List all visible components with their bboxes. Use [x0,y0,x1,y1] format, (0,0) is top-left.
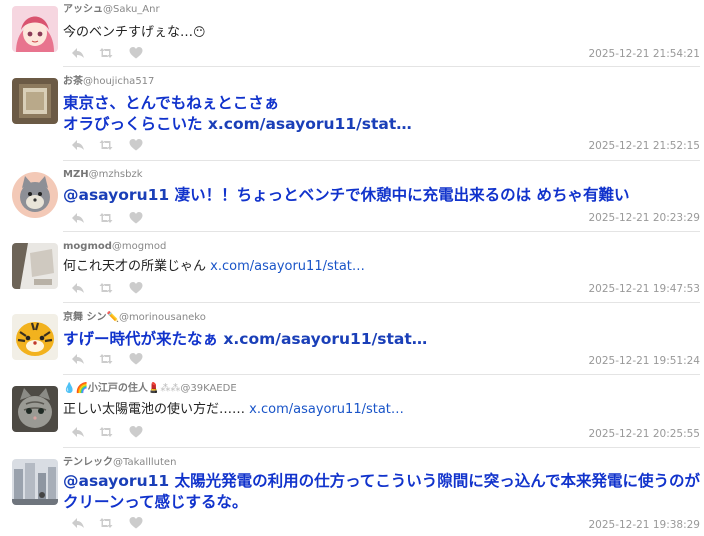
timeline-feed: アッシュ@Saku_Anr 今のベンチすげぇな…😶 2025-12-21 21:… [0,0,704,536]
author-line: mogmod@mogmod [63,241,166,253]
post-text: @asayoru11 凄い！！ちょっとベンチで休憩中に充電出来るのは めちゃ有難… [63,185,693,206]
post-item[interactable]: お茶@houjicha517 東京さ、とんでもねぇとこさぁ オラびっくらこいた … [0,70,704,161]
post-text: 正しい太陽電池の使い方だ…… x.com/asayoru11/stat… [63,400,693,420]
handle[interactable]: @mzhsbzk [89,169,143,180]
author-line: アッシュ@Saku_Anr [63,4,160,16]
timestamp[interactable]: 2025-12-21 20:23:29 [588,212,700,224]
author-line: 💧🌈小江戸の住人💄⁂⁂@39KAEDE [63,383,237,395]
like-icon[interactable] [129,516,143,530]
author-line: MZH@mzhsbzk [63,169,143,181]
timestamp[interactable]: 2025-12-21 19:38:29 [588,519,700,531]
retweet-icon[interactable] [99,425,113,439]
mention-link[interactable]: @asayoru11 [63,186,169,204]
divider [63,447,700,448]
reply-icon[interactable] [71,138,85,152]
post-text: すげー時代が来たなぁ x.com/asayoru11/stat… [63,329,693,350]
retweet-icon[interactable] [99,211,113,225]
post-item[interactable]: 💧🌈小江戸の住人💄⁂⁂@39KAEDE 正しい太陽電池の使い方だ…… x.com… [0,378,704,448]
framed-photo-avatar[interactable] [12,78,58,124]
divider [63,160,700,161]
reply-icon[interactable] [71,211,85,225]
city-photo-avatar[interactable] [12,459,58,505]
post-text-body: 今のベンチすげぇな… [63,25,194,40]
timestamp[interactable]: 2025-12-21 20:25:55 [588,428,700,440]
display-name[interactable]: テンレック [63,457,113,468]
like-icon[interactable] [129,352,143,366]
photo-avatar[interactable] [12,243,58,289]
status-link[interactable]: x.com/asayoru11/stat… [249,402,404,417]
retweet-icon[interactable] [99,352,113,366]
display-name[interactable]: 京舞 シン [63,312,106,323]
post-text-body: 何これ天才の所業じゃん [63,259,211,274]
cartoon-cat-avatar[interactable] [12,172,58,218]
status-link[interactable]: x.com/asayoru11/stat… [210,259,365,274]
post-text-body: 太陽光発電の利用の仕方ってこういう隙間に突っ込んで本来発電に使うのが [169,472,701,490]
reply-icon[interactable] [71,281,85,295]
post-text-line: クリーンって感じするな。 [63,493,248,511]
timestamp[interactable]: 2025-12-21 21:52:15 [588,140,700,152]
handle[interactable]: @39KAEDE [180,383,236,394]
post-item[interactable]: MZH@mzhsbzk @asayoru11 凄い！！ちょっとベンチで休憩中に充… [0,164,704,232]
display-name[interactable]: MZH [63,169,89,180]
timestamp[interactable]: 2025-12-21 19:51:24 [588,355,700,367]
handle[interactable]: @morinousaneko [119,312,206,323]
reply-icon[interactable] [71,425,85,439]
decorative-emoji: 💄⁂⁂ [147,383,181,394]
retweet-icon[interactable] [99,281,113,295]
reply-icon[interactable] [71,516,85,530]
post-item[interactable]: テンレック@Takallluten @asayoru11 太陽光発電の利用の仕方… [0,451,704,536]
author-line: お茶@houjicha517 [63,76,154,88]
like-icon[interactable] [129,281,143,295]
display-name[interactable]: お茶 [63,76,83,87]
post-text-line: オラびっくらこいた x.com/asayoru11/stat… [63,114,693,135]
display-name[interactable]: アッシュ [63,4,103,15]
divider [63,374,700,375]
reply-icon[interactable] [71,352,85,366]
display-name[interactable]: 💧🌈小江戸の住人 [63,383,148,394]
mention-link[interactable]: @asayoru11 [63,472,169,490]
display-name[interactable]: mogmod [63,241,112,252]
timestamp[interactable]: 2025-12-21 21:54:21 [588,48,700,60]
like-icon[interactable] [129,425,143,439]
post-text-body: オラびっくらこいた [63,115,203,133]
divider [63,302,700,303]
status-link[interactable]: x.com/asayoru11/stat… [223,330,427,348]
emoji: 😶 [193,25,206,39]
post-item[interactable]: 京舞 シン✏️@morinousaneko すげー時代が来たなぁ x.com/a… [0,306,704,375]
handle[interactable]: @Saku_Anr [103,4,160,15]
author-line: 京舞 シン✏️@morinousaneko [63,312,206,324]
like-icon[interactable] [129,211,143,225]
post-text-body: 凄い！！ちょっとベンチで休憩中に充電出来るのは めちゃ有難い [169,186,630,204]
reply-icon[interactable] [71,46,85,60]
like-icon[interactable] [129,46,143,60]
pencil-emoji: ✏️ [106,312,119,323]
post-text-body: 正しい太陽電池の使い方だ…… [63,402,250,417]
timestamp[interactable]: 2025-12-21 19:47:53 [588,283,700,295]
like-icon[interactable] [129,138,143,152]
divider [63,231,700,232]
divider [63,66,700,67]
post-text-line: 東京さ、とんでもねぇとこさぁ [63,94,280,112]
post-item[interactable]: アッシュ@Saku_Anr 今のベンチすげぇな…😶 2025-12-21 21:… [0,0,704,67]
anime-girl-avatar[interactable] [12,6,58,52]
handle[interactable]: @mogmod [112,241,166,252]
retweet-icon[interactable] [99,46,113,60]
handle[interactable]: @Takallluten [113,457,176,468]
handle[interactable]: @houjicha517 [83,76,154,87]
post-text: 東京さ、とんでもねぇとこさぁ オラびっくらこいた x.com/asayoru11… [63,93,693,135]
cat-photo-avatar[interactable] [12,386,58,432]
status-link[interactable]: x.com/asayoru11/stat… [208,115,412,133]
post-text-line: @asayoru11 太陽光発電の利用の仕方ってこういう隙間に突っ込んで本来発電… [63,471,700,492]
post-text: 何これ天才の所業じゃん x.com/asayoru11/stat… [63,257,693,277]
post-text: 今のベンチすげぇな…😶 [63,22,693,43]
retweet-icon[interactable] [99,516,113,530]
retweet-icon[interactable] [99,138,113,152]
post-text: @asayoru11 太陽光発電の利用の仕方ってこういう隙間に突っ込んで本来発電… [63,471,700,513]
post-text-body: すげー時代が来たなぁ [63,330,224,348]
tiger-avatar[interactable] [12,314,58,360]
author-line: テンレック@Takallluten [63,457,176,469]
post-item[interactable]: mogmod@mogmod 何これ天才の所業じゃん x.com/asayoru1… [0,235,704,303]
